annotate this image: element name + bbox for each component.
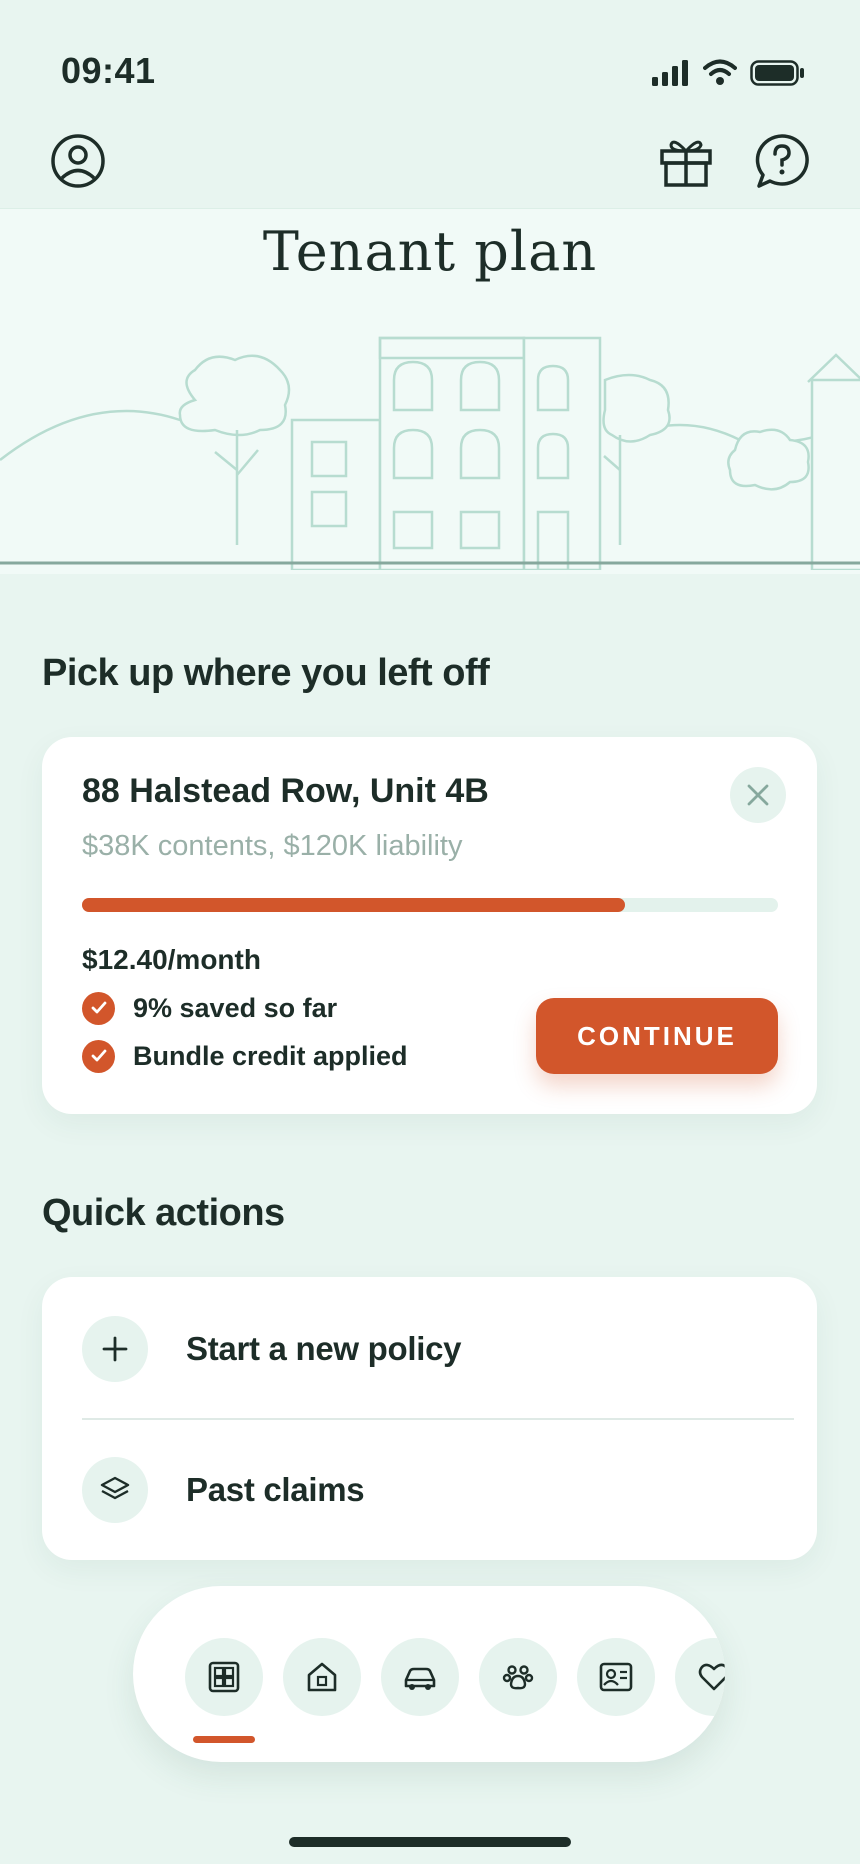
nav-auto[interactable] <box>381 1638 459 1716</box>
help-chat-icon <box>755 134 809 188</box>
nav-home[interactable] <box>283 1638 361 1716</box>
signal-icon <box>652 60 690 91</box>
gift-button[interactable] <box>656 131 716 191</box>
resume-price: $12.40/month <box>82 944 261 975</box>
perk-label: Bundle credit applied <box>133 1040 408 1071</box>
quick-action-label: Past claims <box>186 1471 365 1508</box>
start-new-policy-button[interactable]: Start a new policy <box>42 1279 817 1419</box>
gift-icon <box>660 140 712 187</box>
active-tab-indicator <box>193 1736 255 1743</box>
paw-icon <box>502 1665 534 1690</box>
resume-coverage: $38K contents, $120K liability <box>82 830 463 862</box>
page-title: Tenant plan <box>262 220 598 283</box>
layers-icon <box>82 1457 148 1523</box>
home-icon <box>307 1662 337 1692</box>
nav-pet[interactable] <box>479 1638 557 1716</box>
dismiss-button[interactable] <box>730 767 786 823</box>
battery-icon <box>750 60 806 91</box>
quick-action-label: Start a new policy <box>186 1330 462 1367</box>
check-icon <box>82 1039 115 1073</box>
car-icon <box>404 1667 436 1690</box>
resume-address: 88 Halstead Row, Unit 4B <box>82 772 489 810</box>
dashboard-icon <box>208 1661 240 1693</box>
progress-fill <box>82 898 625 912</box>
heart-icon <box>698 1663 725 1691</box>
nav-dashboard[interactable] <box>185 1638 263 1716</box>
home-indicator <box>289 1837 571 1847</box>
past-claims-button[interactable]: Past claims <box>42 1420 817 1560</box>
perk-item: Bundle credit applied <box>82 1039 408 1073</box>
wifi-icon <box>703 58 737 91</box>
user-icon <box>51 134 105 188</box>
nav-id[interactable] <box>577 1638 655 1716</box>
resume-section-title: Pick up where you left off <box>42 652 490 694</box>
profile-button[interactable] <box>48 131 108 191</box>
id-card-icon <box>599 1662 633 1692</box>
status-time: 09:41 <box>61 50 156 91</box>
perk-label: 9% saved so far <box>133 992 338 1023</box>
nav-life[interactable] <box>675 1638 725 1716</box>
help-button[interactable] <box>752 131 812 191</box>
progress-bar <box>82 898 778 912</box>
city-illustration <box>0 330 860 575</box>
close-icon <box>747 784 769 806</box>
perk-item: 9% saved so far <box>82 991 338 1025</box>
quick-actions-title: Quick actions <box>42 1192 285 1234</box>
check-icon <box>82 991 115 1025</box>
plus-icon <box>82 1316 148 1382</box>
bottom-nav <box>133 1586 725 1762</box>
continue-button[interactable]: CONTINUE <box>536 998 778 1074</box>
